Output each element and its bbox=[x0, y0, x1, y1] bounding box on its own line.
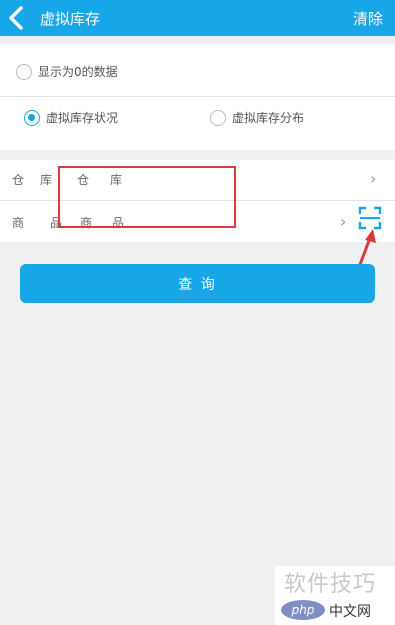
mode-distribution-radio-icon bbox=[210, 109, 226, 126]
app-header: 虚拟库存 清除 bbox=[0, 0, 395, 36]
show-zero-radio-icon bbox=[16, 63, 32, 80]
options-divider bbox=[0, 96, 395, 97]
clear-button[interactable]: 清除 bbox=[353, 8, 383, 29]
mode-distribution-option[interactable]: 虚拟库存分布 bbox=[210, 109, 304, 126]
warehouse-label-2: 库 bbox=[40, 173, 53, 187]
product-chevron-icon: › bbox=[340, 212, 347, 231]
page-title: 虚拟库存 bbox=[40, 10, 101, 28]
watermark: 软件技巧 php 中文网 bbox=[275, 566, 395, 625]
warehouse-chevron-icon: › bbox=[370, 169, 377, 188]
show-zero-label: 显示为0的数据 bbox=[38, 65, 118, 79]
mode-distribution-label: 虚拟库存分布 bbox=[232, 111, 305, 125]
mode-status-option[interactable]: 虚拟库存状况 bbox=[24, 109, 118, 126]
options-panel: 显示为0的数据 虚拟库存状况 虚拟库存分布 bbox=[0, 44, 395, 150]
php-logo: php bbox=[281, 600, 325, 620]
watermark-site: 中文网 bbox=[329, 604, 371, 620]
watermark-title: 软件技巧 bbox=[284, 572, 377, 597]
highlight-annotation-box bbox=[58, 166, 236, 228]
filter-form: 仓 库 仓 库 › 商 品 商 品 › bbox=[0, 160, 395, 242]
query-button[interactable]: 查 询 bbox=[20, 264, 375, 303]
mode-status-radio-icon bbox=[24, 109, 40, 126]
product-label-1: 商 bbox=[12, 216, 25, 230]
scan-icon[interactable] bbox=[358, 206, 382, 230]
show-zero-checkbox[interactable]: 显示为0的数据 bbox=[16, 63, 118, 80]
back-arrow-icon[interactable] bbox=[6, 5, 26, 31]
warehouse-label-1: 仓 bbox=[12, 173, 25, 187]
mode-status-label: 虚拟库存状况 bbox=[46, 111, 119, 125]
